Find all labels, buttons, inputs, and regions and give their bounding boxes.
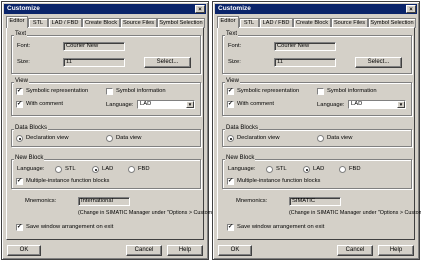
declaration-view-label: Declaration view: [26, 135, 69, 141]
save-window-checkbox[interactable]: ✓: [227, 224, 234, 231]
with-comment-checkbox[interactable]: ✓: [227, 101, 234, 108]
customize-dialog-simatic: Customize × Editor STL LAD / FBD Create …: [212, 1, 421, 260]
with-comment-label: With comment: [26, 101, 64, 107]
multiple-instance-label: Multiple-instance function blocks: [237, 178, 321, 184]
multiple-instance-label: Multiple-instance function blocks: [26, 178, 110, 184]
view-group-label: View: [14, 78, 29, 84]
stl-label: STL: [276, 166, 287, 172]
symbolic-representation-label: Symbolic representation: [26, 88, 89, 94]
text-group-label: Text: [14, 31, 28, 37]
stl-radio[interactable]: [55, 166, 62, 173]
view-language-select[interactable]: LAD ▼: [348, 100, 406, 109]
view-language-select[interactable]: LAD ▼: [137, 100, 195, 109]
data-blocks-group-label: Data Blocks: [225, 125, 260, 131]
lad-label: LAD: [313, 166, 325, 172]
text-group: [222, 35, 412, 74]
data-view-label: Data view: [327, 135, 353, 141]
editor-panel: Text Font: Courier New Size: 11 Select..…: [217, 27, 421, 240]
new-block-group-label: New Block: [225, 155, 256, 161]
fbd-radio[interactable]: [339, 166, 346, 173]
close-icon[interactable]: ×: [195, 5, 205, 13]
mnemonics-label: Mnemonics:: [236, 198, 268, 204]
declaration-view-radio[interactable]: [16, 135, 23, 142]
declaration-view-radio[interactable]: [227, 135, 234, 142]
data-view-radio[interactable]: [317, 135, 324, 142]
mnemonics-note: (Change in SIMATIC Manager under "Option…: [78, 210, 223, 216]
chevron-down-icon[interactable]: ▼: [397, 101, 405, 108]
with-comment-checkbox[interactable]: ✓: [16, 101, 23, 108]
with-comment-label: With comment: [237, 101, 275, 107]
view-language-label: Language:: [317, 102, 345, 108]
tab-editor[interactable]: Editor: [217, 16, 239, 28]
mnemonics-field: SIMATIC: [289, 197, 341, 206]
cancel-button[interactable]: Cancel: [126, 245, 162, 256]
text-group-label: Text: [225, 31, 239, 37]
dialog-title: Customize: [7, 5, 40, 12]
view-language-value: LAD: [140, 101, 152, 107]
ok-button[interactable]: OK: [7, 245, 41, 256]
view-group-label: View: [225, 78, 240, 84]
font-label: Font:: [228, 43, 242, 49]
data-view-label: Data view: [116, 135, 142, 141]
symbol-information-checkbox[interactable]: [106, 88, 113, 95]
view-language-label: Language:: [106, 102, 134, 108]
dialog-title: Customize: [218, 5, 251, 12]
editor-panel: Text Font: Courier New Size: 11 Select..…: [6, 27, 223, 240]
data-view-radio[interactable]: [106, 135, 113, 142]
symbolic-representation-label: Symbolic representation: [237, 88, 300, 94]
new-block-group: [222, 159, 412, 189]
help-button[interactable]: Help: [378, 245, 414, 256]
select-font-button[interactable]: Select...: [144, 57, 191, 68]
lad-radio[interactable]: [303, 166, 310, 173]
save-window-checkbox[interactable]: ✓: [16, 224, 23, 231]
new-block-language-label: Language:: [228, 166, 256, 172]
new-block-group: [11, 159, 201, 189]
view-language-value: LAD: [351, 101, 363, 107]
multiple-instance-checkbox[interactable]: ✓: [16, 178, 23, 185]
symbolic-representation-checkbox[interactable]: ✓: [227, 88, 234, 95]
size-field: 11: [63, 58, 125, 67]
symbol-information-label: Symbol information: [116, 88, 166, 94]
customize-dialog-international: Customize × Editor STL LAD / FBD Create …: [1, 1, 223, 260]
mnemonics-label: Mnemonics:: [25, 198, 57, 204]
symbol-information-label: Symbol information: [327, 88, 377, 94]
stl-label: STL: [65, 166, 76, 172]
size-label: Size:: [17, 59, 30, 65]
data-blocks-group-label: Data Blocks: [14, 125, 49, 131]
size-field: 11: [274, 58, 336, 67]
fbd-label: FBD: [138, 166, 150, 172]
lad-radio[interactable]: [92, 166, 99, 173]
title-bar: Customize ×: [4, 4, 206, 14]
symbol-information-checkbox[interactable]: [317, 88, 324, 95]
font-field: Courier New: [274, 42, 336, 51]
stl-radio[interactable]: [266, 166, 273, 173]
new-block-language-label: Language:: [17, 166, 45, 172]
font-field: Courier New: [63, 42, 125, 51]
tab-strip: Editor STL LAD / FBD Create Block Source…: [217, 16, 416, 28]
help-button[interactable]: Help: [167, 245, 203, 256]
chevron-down-icon[interactable]: ▼: [186, 101, 194, 108]
font-label: Font:: [17, 43, 31, 49]
tab-strip: Editor STL LAD / FBD Create Block Source…: [6, 16, 205, 28]
title-bar: Customize ×: [215, 4, 417, 14]
symbolic-representation-checkbox[interactable]: ✓: [16, 88, 23, 95]
text-group: [11, 35, 201, 74]
size-label: Size:: [228, 59, 241, 65]
close-icon[interactable]: ×: [406, 5, 416, 13]
ok-button[interactable]: OK: [218, 245, 252, 256]
tab-editor[interactable]: Editor: [6, 16, 28, 28]
fbd-radio[interactable]: [128, 166, 135, 173]
fbd-label: FBD: [349, 166, 361, 172]
lad-label: LAD: [102, 166, 114, 172]
declaration-view-label: Declaration view: [237, 135, 280, 141]
new-block-group-label: New Block: [14, 155, 45, 161]
cancel-button[interactable]: Cancel: [337, 245, 373, 256]
mnemonics-note: (Change in SIMATIC Manager under "Option…: [289, 210, 421, 216]
select-font-button[interactable]: Select...: [355, 57, 402, 68]
save-window-label: Save window arrangement on exit: [26, 224, 114, 230]
save-window-label: Save window arrangement on exit: [237, 224, 325, 230]
multiple-instance-checkbox[interactable]: ✓: [227, 178, 234, 185]
mnemonics-field: International: [78, 197, 130, 206]
